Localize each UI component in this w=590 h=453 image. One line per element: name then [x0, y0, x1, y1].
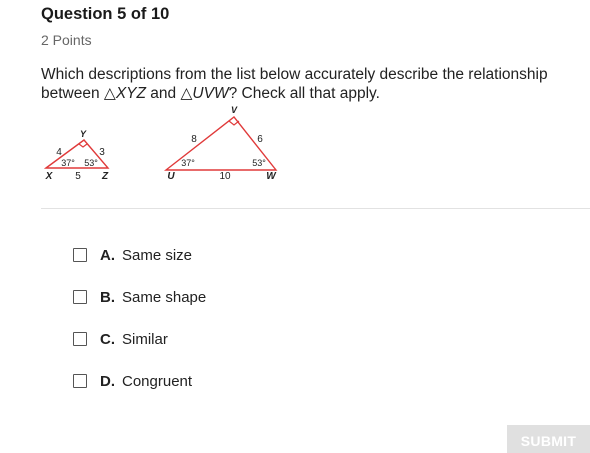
prompt-text-and: and [146, 85, 181, 102]
option-a[interactable]: A. Same size [73, 234, 206, 276]
checkbox-b[interactable] [73, 290, 87, 304]
angle-x-label: 37° [61, 158, 75, 168]
angle-u-label: 37° [181, 158, 195, 168]
vertex-w-label: W [266, 171, 277, 182]
triangle-uvw: V U W 8 6 10 37° 53° [163, 105, 278, 182]
angle-w-label: 53° [252, 158, 266, 168]
answer-options: A. Same size B. Same shape C. Similar D.… [73, 234, 206, 402]
vertex-v-label: V [231, 105, 238, 115]
checkbox-a[interactable] [73, 248, 87, 262]
option-label: Same size [122, 246, 193, 264]
option-letter: B. [100, 288, 115, 306]
triangle-symbol: △ [103, 85, 116, 102]
question-number: Question 5 of 10 [41, 5, 170, 23]
question-prompt: Which descriptions from the list below a… [41, 65, 581, 103]
side-uv-label: 8 [191, 134, 197, 145]
side-xz-label: 5 [75, 171, 81, 182]
side-xy-label: 4 [56, 147, 62, 158]
side-yz-label: 3 [99, 147, 105, 158]
side-vw-label: 6 [257, 134, 263, 145]
triangle-xyz: Y X Z 4 3 5 37° 53° [43, 129, 110, 182]
option-label: Congruent [122, 372, 193, 390]
option-letter: A. [100, 246, 115, 264]
option-c[interactable]: C. Similar [73, 318, 206, 360]
side-uw-label: 10 [219, 171, 231, 182]
checkbox-c[interactable] [73, 332, 87, 346]
option-letter: D. [100, 372, 115, 390]
angle-z-label: 53° [84, 158, 98, 168]
option-b[interactable]: B. Same shape [73, 276, 206, 318]
triangle-symbol: △ [180, 85, 193, 102]
quiz-page: Question 5 of 10 2 Points Which descript… [0, 0, 590, 453]
vertex-u-label: U [167, 171, 175, 182]
checkbox-d[interactable] [73, 374, 87, 388]
triangles-figure: Y X Z 4 3 5 37° 53° V U W 8 6 10 37° 53° [43, 105, 278, 182]
option-letter: C. [100, 330, 115, 348]
triangle-xyz-name: XYZ [115, 85, 146, 102]
prompt-text-end: ? Check all that apply. [228, 85, 380, 102]
vertex-y-label: Y [80, 129, 87, 139]
option-label: Same shape [122, 288, 207, 306]
vertex-x-label: X [45, 171, 54, 182]
divider [41, 208, 590, 209]
submit-button[interactable]: SUBMIT [507, 425, 590, 453]
question-points: 2 Points [41, 32, 92, 48]
triangle-uvw-name: UVW [192, 85, 229, 102]
option-d[interactable]: D. Congruent [73, 360, 206, 402]
option-label: Similar [122, 330, 168, 348]
vertex-z-label: Z [101, 171, 109, 182]
